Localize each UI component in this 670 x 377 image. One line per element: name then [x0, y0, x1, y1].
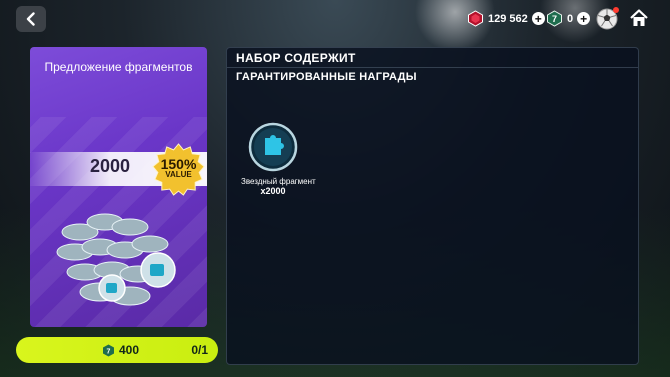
token-icon: 7: [103, 344, 114, 356]
svg-text:7: 7: [107, 348, 111, 355]
fragment-coins-icon: [56, 213, 176, 306]
offer-amount: 2000: [90, 156, 131, 176]
buy-price: 7 400: [102, 343, 139, 357]
svg-text:7: 7: [552, 14, 557, 24]
value-badge-text: 150% VALUE: [151, 157, 206, 179]
reward-name: Звездный фрагмент: [241, 177, 316, 186]
tokens-count: 0: [567, 12, 574, 25]
panel-divider: [227, 67, 638, 68]
panel-title: НАБОР СОДЕРЖИТ: [236, 51, 356, 65]
buy-price-value: 400: [119, 343, 140, 357]
purchase-limit: 0/1: [191, 343, 208, 357]
add-gems-button[interactable]: +: [531, 12, 545, 25]
home-icon[interactable]: [628, 7, 650, 29]
reward-item[interactable]: Звездный фрагмент x2000: [241, 122, 316, 196]
offer-title: Предложение фрагментов: [44, 60, 193, 74]
gems-currency: 129 562 +: [467, 10, 545, 27]
puzzle-piece-icon: [248, 122, 298, 172]
add-tokens-button[interactable]: +: [577, 12, 591, 25]
buy-button[interactable]: 7 400 0/1: [16, 337, 218, 363]
reward-quantity: x2000: [260, 186, 286, 196]
notification-dot: [613, 7, 619, 13]
token-icon: 7: [547, 10, 562, 27]
tokens-currency: 7 0 +: [546, 10, 591, 27]
gems-count: 129 562: [488, 12, 528, 25]
panel-subtitle: ГАРАНТИРОВАННЫЕ НАГРАДЫ: [236, 71, 417, 83]
value-percent: 150%: [160, 156, 197, 172]
value-label: VALUE: [165, 170, 192, 179]
back-button[interactable]: [16, 6, 46, 32]
chevron-left-icon: [26, 12, 35, 26]
gem-icon: [468, 10, 483, 27]
offer-card[interactable]: Предложение фрагментов 2000 150% VALUE: [30, 47, 207, 327]
contents-panel: НАБОР СОДЕРЖИТ ГАРАНТИРОВАННЫЕ НАГРАДЫ З…: [226, 47, 639, 365]
